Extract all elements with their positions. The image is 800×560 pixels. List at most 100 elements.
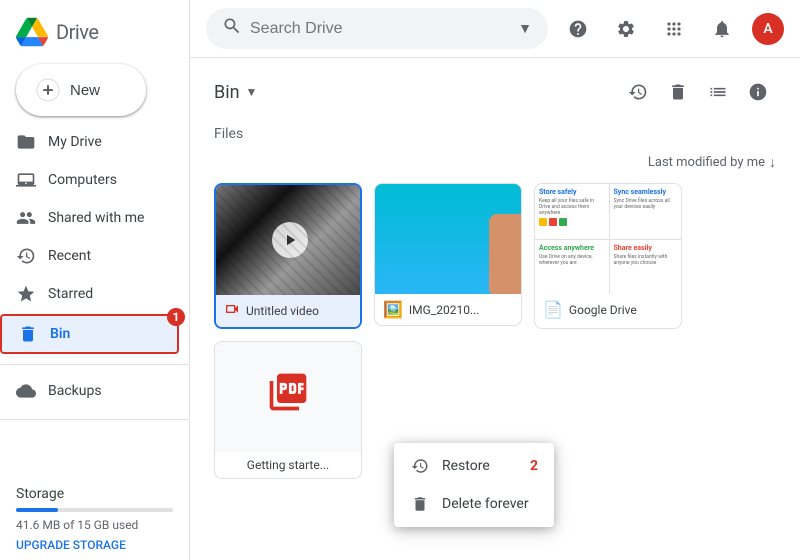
photo-file-name: IMG_20210... xyxy=(409,303,513,317)
sidebar-item-starred[interactable]: Starred xyxy=(0,276,173,312)
storage-title: Storage xyxy=(16,486,173,502)
logo-area: Drive xyxy=(0,8,189,64)
search-icon xyxy=(222,16,242,41)
sidebar-item-recent[interactable]: Recent xyxy=(0,238,173,274)
content-area: Bin ▼ Files Last modified by me xyxy=(190,58,800,560)
photo-file-icon: 🖼️ xyxy=(383,300,403,319)
sidebar-item-backups[interactable]: Backups xyxy=(0,373,173,409)
search-dropdown-icon[interactable]: ▼ xyxy=(518,20,532,37)
photo-thumbnail xyxy=(375,184,522,294)
video-thumbnail xyxy=(216,185,362,295)
context-menu-badge: 2 xyxy=(530,458,538,474)
sidebar-item-shared[interactable]: Shared with me xyxy=(0,200,173,236)
clock-icon xyxy=(16,246,36,266)
file-card-photo[interactable]: 🖼️ IMG_20210... xyxy=(374,183,522,326)
restore-history-button[interactable] xyxy=(620,74,656,110)
files-section-label: Files xyxy=(214,126,776,142)
storage-bar-background xyxy=(16,508,173,512)
sidebar-divider xyxy=(0,364,189,365)
context-menu-restore[interactable]: Restore 2 xyxy=(394,447,554,485)
video-file-icon xyxy=(224,301,240,321)
photo-thumb-content xyxy=(375,184,522,294)
computer-icon xyxy=(16,170,36,190)
pdf-file-name: Getting starte... xyxy=(247,458,329,472)
new-button[interactable]: New xyxy=(16,64,146,116)
context-menu: Restore 2 Delete forever xyxy=(394,443,554,527)
restore-icon xyxy=(410,457,430,475)
help-button[interactable] xyxy=(560,11,596,47)
sort-arrow-icon[interactable]: ↓ xyxy=(769,154,776,171)
trash-icon xyxy=(18,324,38,344)
sidebar-item-computers-label: Computers xyxy=(48,172,117,188)
file-grid: Untitled video xyxy=(214,183,776,479)
pdf-icon xyxy=(266,370,310,424)
sidebar-divider-2 xyxy=(0,419,189,420)
thumb-cell-4: Share easily Share files instantly with … xyxy=(610,240,683,295)
apps-grid-button[interactable] xyxy=(656,11,692,47)
video-thumb-content xyxy=(216,185,362,295)
sidebar-item-shared-label: Shared with me xyxy=(48,210,144,226)
bin-header: Bin ▼ xyxy=(214,74,776,110)
thumb-cell-3: Access anywhere Use Drive on any device,… xyxy=(535,240,609,295)
photo-card-wrapper: 🖼️ IMG_20210... Restore 2 xyxy=(374,183,522,329)
sidebar-nav: My Drive Computers Shared with me Recent xyxy=(0,124,189,356)
doc-thumb-content: Store safely Keep all your files safe in… xyxy=(535,184,682,294)
sidebar-item-computers[interactable]: Computers xyxy=(0,162,173,198)
sidebar-item-my-drive[interactable]: My Drive xyxy=(0,124,173,160)
pdf-file-name-row: Getting starte... xyxy=(239,452,337,478)
cloud-icon xyxy=(16,381,36,401)
storage-section: Storage 41.6 MB of 15 GB used UPGRADE ST… xyxy=(0,478,189,560)
new-button-label: New xyxy=(70,82,100,99)
file-card-pdf[interactable]: Getting starte... xyxy=(214,341,362,479)
header: ▼ A xyxy=(190,0,800,58)
bin-header-icons xyxy=(620,74,776,110)
pdf-thumbnail xyxy=(214,342,362,452)
people-icon xyxy=(16,208,36,228)
video-file-name-row: Untitled video xyxy=(216,295,360,327)
sidebar-item-bin-label: Bin xyxy=(50,326,70,342)
storage-used-text: 41.6 MB of 15 GB used xyxy=(16,518,173,532)
sort-label[interactable]: Last modified by me xyxy=(648,155,765,170)
sidebar-item-backups-label: Backups xyxy=(48,383,102,399)
sidebar-item-starred-label: Starred xyxy=(48,286,93,302)
star-icon xyxy=(16,284,36,304)
file-card-video[interactable]: Untitled video xyxy=(214,183,362,329)
doc-file-name: Google Drive xyxy=(569,303,673,317)
file-card-doc[interactable]: Store safely Keep all your files safe in… xyxy=(534,183,682,329)
bin-badge: 1 xyxy=(167,308,185,326)
delete-forever-icon xyxy=(410,495,430,513)
thumb-cell-1: Store safely Keep all your files safe in… xyxy=(535,184,609,239)
search-bar[interactable]: ▼ xyxy=(206,8,548,49)
delete-forever-button[interactable] xyxy=(660,74,696,110)
photo-file-name-row: 🖼️ IMG_20210... xyxy=(375,294,521,325)
sidebar-item-recent-label: Recent xyxy=(48,248,91,264)
app-name: Drive xyxy=(56,20,98,44)
sort-row: Last modified by me ↓ xyxy=(214,154,776,171)
doc-file-name-row: 📄 Google Drive xyxy=(535,294,681,325)
folder-icon xyxy=(16,132,36,152)
restore-label: Restore xyxy=(442,458,490,474)
settings-button[interactable] xyxy=(608,11,644,47)
delete-label: Delete forever xyxy=(442,496,529,512)
main-content: ▼ A Bin ▼ xyxy=(190,0,800,560)
video-file-name: Untitled video xyxy=(246,304,352,318)
sidebar-item-bin[interactable]: Bin 1 xyxy=(0,314,179,354)
plus-icon xyxy=(36,78,60,102)
search-input[interactable] xyxy=(250,20,510,38)
upgrade-storage-link[interactable]: UPGRADE STORAGE xyxy=(16,538,173,552)
info-button[interactable] xyxy=(740,74,776,110)
list-view-button[interactable] xyxy=(700,74,736,110)
sidebar-item-my-drive-label: My Drive xyxy=(48,134,102,150)
doc-thumbnail: Store safely Keep all your files safe in… xyxy=(535,184,682,294)
user-avatar[interactable]: A xyxy=(752,13,784,45)
drive-logo-icon xyxy=(16,16,48,48)
context-menu-delete[interactable]: Delete forever xyxy=(394,485,554,523)
sidebar: Drive New My Drive Computers xyxy=(0,0,190,560)
bin-title: Bin xyxy=(214,82,240,103)
bin-dropdown-icon[interactable]: ▼ xyxy=(246,85,258,99)
doc-file-icon: 📄 xyxy=(543,300,563,319)
bin-title-area: Bin ▼ xyxy=(214,82,257,103)
storage-bar-fill xyxy=(16,508,58,512)
notifications-button[interactable] xyxy=(704,11,740,47)
thumb-cell-2: Sync seamlessly Sync Drive files across … xyxy=(610,184,683,239)
